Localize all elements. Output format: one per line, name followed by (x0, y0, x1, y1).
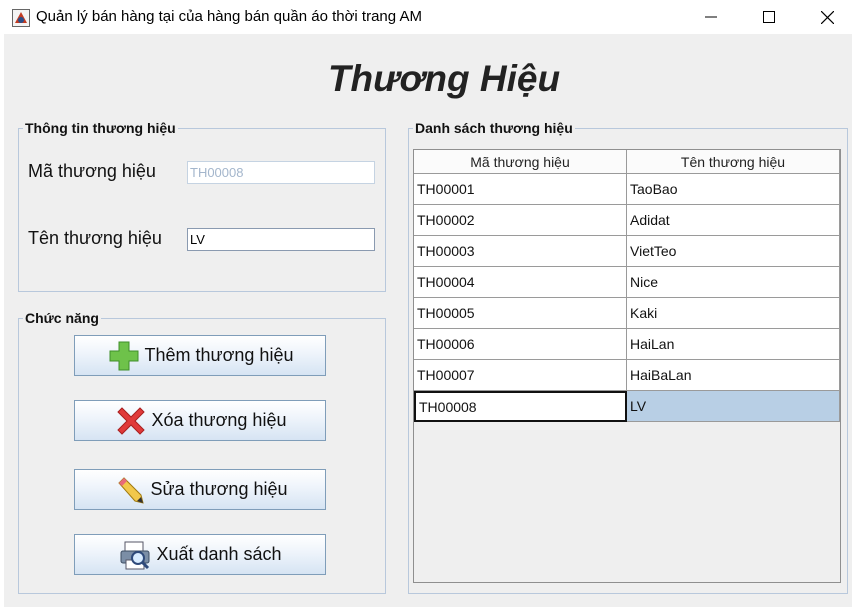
table-row[interactable]: TH00004 Nice (414, 267, 840, 298)
cell-brand-name[interactable]: Adidat (627, 205, 840, 236)
cell-brand-code[interactable]: TH00006 (414, 329, 627, 360)
client-area: Thương Hiệu Thông tin thương hiệu Mã thư… (4, 34, 852, 607)
cell-brand-code[interactable]: TH00005 (414, 298, 627, 329)
delete-brand-label: Xóa thương hiệu (151, 410, 287, 430)
function-group: Chức năng Thêm thương hiệu Xóa thương hi… (18, 310, 386, 594)
print-preview-icon (120, 541, 150, 569)
export-list-button[interactable]: Xuất danh sách (74, 534, 326, 575)
window-title: Quản lý bán hàng tại của hàng bán quần á… (36, 8, 422, 25)
column-header-code[interactable]: Mã thương hiệu (414, 150, 627, 174)
cell-brand-code[interactable]: TH00008 (414, 391, 627, 422)
minimize-icon (705, 16, 717, 18)
table-row[interactable]: TH00001 TaoBao (414, 174, 840, 205)
cell-brand-code[interactable]: TH00004 (414, 267, 627, 298)
table-row[interactable]: TH00006 HaiLan (414, 329, 840, 360)
cell-brand-name[interactable]: LV (627, 391, 840, 422)
close-icon (820, 10, 834, 24)
table-row[interactable]: TH00008 LV (414, 391, 840, 422)
x-icon (116, 406, 145, 435)
brand-code-label: Mã thương hiệu (28, 161, 156, 181)
brand-table[interactable]: Mã thương hiệu Tên thương hiệu TH00001 Ta… (413, 149, 841, 583)
cell-brand-name[interactable]: Kaki (627, 298, 840, 329)
add-brand-button[interactable]: Thêm thương hiệu (74, 335, 326, 376)
table-row[interactable]: TH00005 Kaki (414, 298, 840, 329)
export-list-label: Xuất danh sách (156, 544, 282, 564)
brand-name-label: Tên thương hiệu (28, 228, 162, 248)
cell-brand-code[interactable]: TH00007 (414, 360, 627, 391)
add-brand-label: Thêm thương hiệu (144, 345, 294, 365)
brand-info-legend: Thông tin thương hiệu (23, 120, 178, 136)
delete-brand-button[interactable]: Xóa thương hiệu (74, 400, 326, 441)
pencil-icon (117, 476, 144, 504)
cell-brand-name[interactable]: HaiLan (627, 329, 840, 360)
maximize-icon (763, 11, 775, 23)
table-row[interactable]: TH00002 Adidat (414, 205, 840, 236)
edit-brand-label: Sửa thương hiệu (150, 479, 288, 499)
plus-icon (109, 341, 139, 370)
minimize-button[interactable] (682, 0, 740, 34)
brand-code-field: TH00008 (187, 161, 375, 184)
edit-brand-button[interactable]: Sửa thương hiệu (74, 469, 326, 510)
maximize-button[interactable] (740, 0, 798, 34)
table-header: Mã thương hiệu Tên thương hiệu (414, 150, 840, 174)
table-row[interactable]: TH00003 VietTeo (414, 236, 840, 267)
brand-list-group: Danh sách thương hiệu Mã thương hiệu Tên… (408, 120, 848, 594)
table-row[interactable]: TH00007 HaiBaLan (414, 360, 840, 391)
cell-brand-name[interactable]: VietTeo (627, 236, 840, 267)
cell-brand-code[interactable]: TH00001 (414, 174, 627, 205)
page-title: Thương Hiệu (327, 58, 561, 99)
cell-brand-name[interactable]: TaoBao (627, 174, 840, 205)
cell-brand-name[interactable]: HaiBaLan (627, 360, 840, 391)
title-bar: Quản lý bán hàng tại của hàng bán quần á… (0, 0, 856, 34)
close-button[interactable] (798, 0, 856, 34)
brand-list-legend: Danh sách thương hiệu (413, 120, 575, 136)
java-app-icon (12, 9, 30, 27)
cell-brand-code[interactable]: TH00003 (414, 236, 627, 267)
cell-brand-code[interactable]: TH00002 (414, 205, 627, 236)
brand-name-field[interactable]: LV (187, 228, 375, 251)
column-header-name[interactable]: Tên thương hiệu (627, 150, 840, 174)
function-legend: Chức năng (23, 310, 101, 326)
cell-brand-name[interactable]: Nice (627, 267, 840, 298)
brand-info-group: Thông tin thương hiệu Mã thương hiệu TH0… (18, 120, 386, 292)
